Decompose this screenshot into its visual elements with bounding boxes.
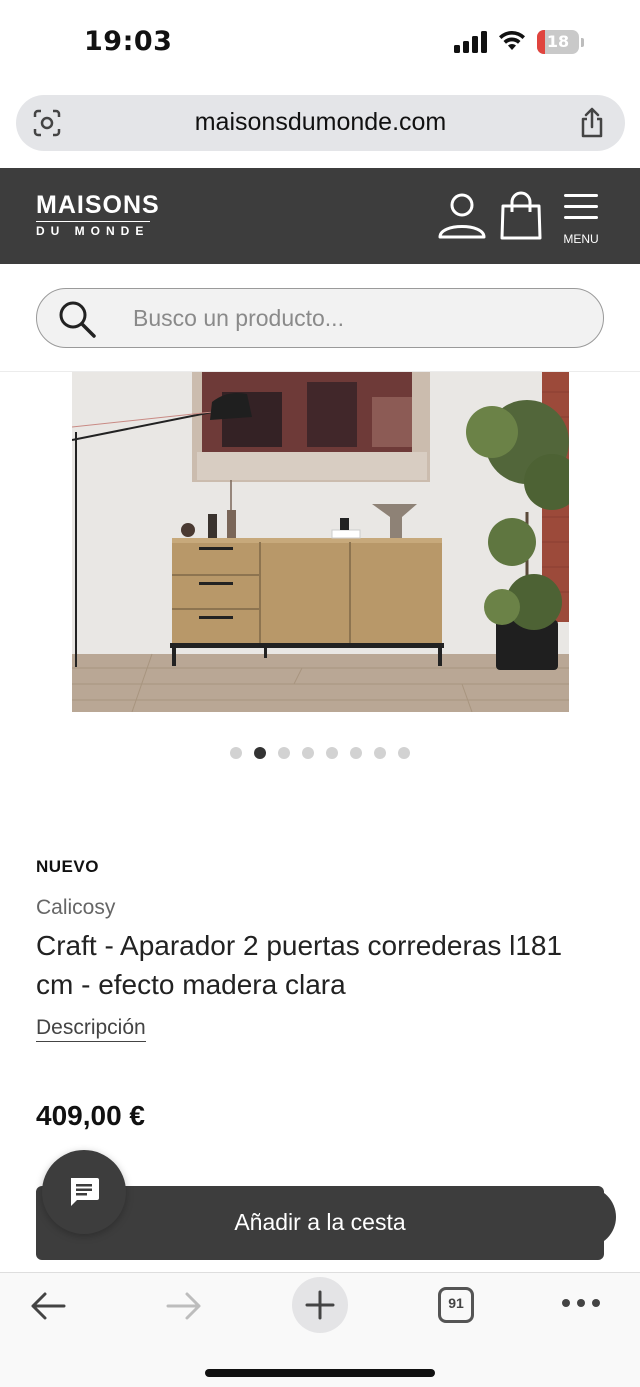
more-options-icon[interactable] [562,1299,600,1309]
site-header: MAISONS DU MONDE MENU [0,168,640,264]
logo-divider [36,221,150,222]
address-bar[interactable]: maisonsdumonde.com [16,95,625,151]
description-link[interactable]: Descripción [36,1016,146,1042]
logo-sub-text: DU MONDE [36,224,150,238]
carousel-dot[interactable] [254,747,266,759]
search-input[interactable] [133,289,573,347]
share-icon[interactable] [577,107,607,139]
new-badge: NUEVO [36,857,99,876]
forward-arrow-icon[interactable] [164,1289,204,1323]
shopping-bag-icon[interactable] [498,190,544,242]
cellular-signal-icon [454,31,488,53]
tab-count: 91 [448,1295,464,1311]
wifi-icon [499,30,525,50]
product-title: Craft - Aparador 2 puertas correderas l1… [36,930,563,1000]
image-carousel-dots [0,746,640,760]
carousel-dot[interactable] [326,747,338,759]
chat-icon [71,1178,99,1206]
new-tab-button[interactable] [292,1277,348,1333]
search-icon[interactable] [57,299,97,339]
carousel-dot[interactable] [350,747,362,759]
add-to-cart-label: Añadir a la cesta [234,1209,406,1235]
product-brand[interactable]: Calicosy [36,896,115,920]
carousel-dot[interactable] [230,747,242,759]
account-icon[interactable] [437,190,487,242]
carousel-dot[interactable] [398,747,410,759]
carousel-dot[interactable] [374,747,386,759]
battery-tip [581,38,584,47]
chat-button[interactable] [42,1150,126,1234]
browser-toolbar: 91 [0,1272,640,1387]
plus-icon [305,1290,335,1320]
battery-percent: 18 [546,32,570,51]
tabs-button[interactable]: 91 [438,1287,474,1323]
product-price: 409,00 € [36,1100,145,1131]
product-image[interactable] [72,372,569,712]
status-bar: 19:03 18 [0,0,640,88]
battery-icon: 18 [537,30,579,54]
home-indicator [205,1369,435,1377]
menu-label: MENU [563,232,599,246]
product-photo [72,372,569,712]
logo-main-text: MAISONS [36,191,160,219]
carousel-dot[interactable] [302,747,314,759]
back-arrow-icon[interactable] [28,1289,68,1323]
url-text[interactable]: maisonsdumonde.com [16,108,625,137]
menu-button[interactable]: MENU [558,190,604,248]
carousel-dot[interactable] [278,747,290,759]
hamburger-icon [564,194,598,220]
status-time: 19:03 [84,26,173,57]
search-section [0,264,640,372]
search-box[interactable] [36,288,604,348]
